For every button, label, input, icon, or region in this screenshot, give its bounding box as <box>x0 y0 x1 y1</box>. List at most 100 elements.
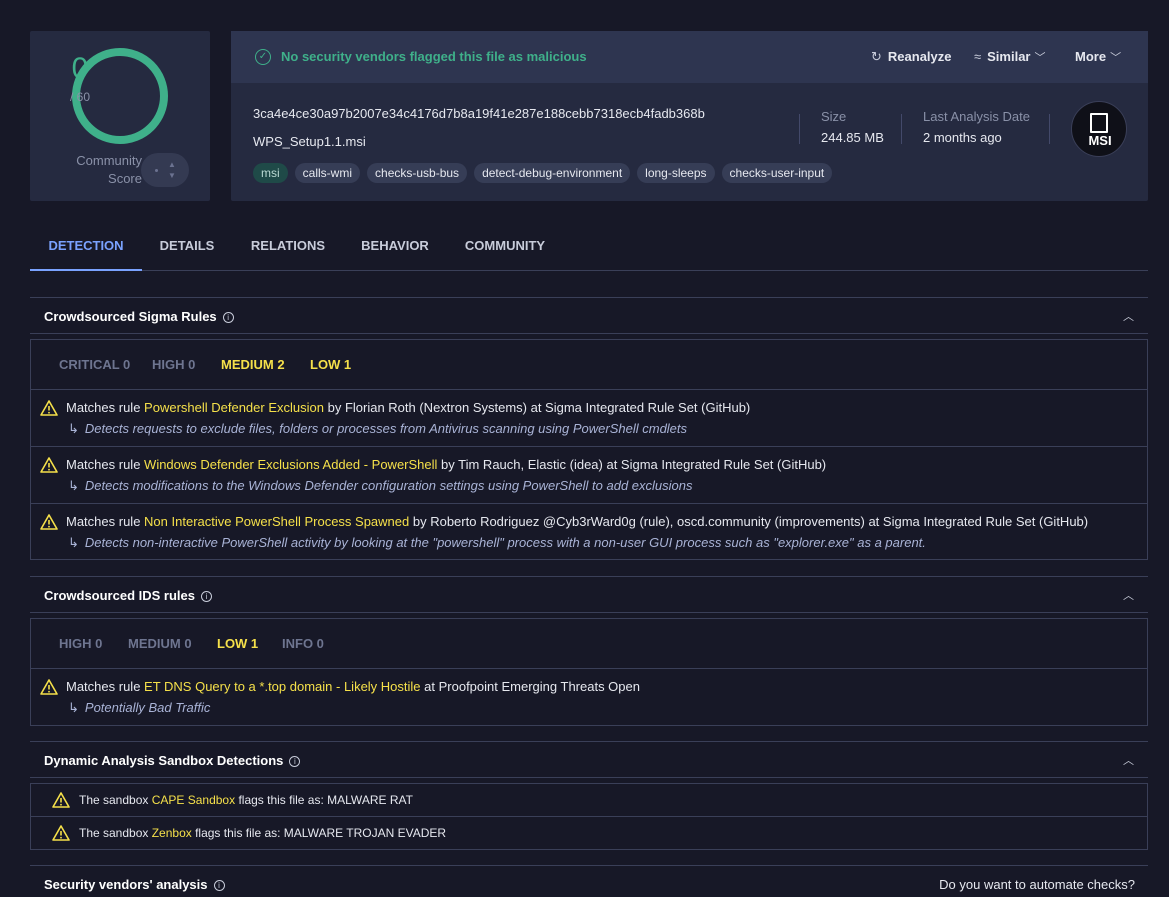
reanalyze-button[interactable]: ↻ Reanalyze <box>871 49 952 65</box>
document-icon <box>1090 113 1108 133</box>
rule-description-text: Detects modifications to the Windows Def… <box>84 478 693 493</box>
file-type-label: MSI <box>1088 133 1112 148</box>
file-status-text: No security vendors flagged this file as… <box>281 49 587 64</box>
refresh-icon: ↻ <box>871 49 882 64</box>
tab-details[interactable]: DETAILS <box>150 230 224 271</box>
sandbox-name-link[interactable]: CAPE Sandbox <box>152 793 235 807</box>
sandbox-row: The sandbox Zenbox flags this file as: M… <box>31 817 1147 850</box>
rule-description: ↳ Potentially Bad Traffic <box>68 700 210 716</box>
rule-source: by Florian Roth (Nextron Systems) at Sig… <box>323 400 751 415</box>
rule-source: at Proofpoint Emerging Threats Open <box>420 679 640 694</box>
file-tag[interactable]: msi <box>253 163 288 183</box>
similar-label: Similar <box>987 49 1031 64</box>
rule-source: by Tim Rauch, Elastic (idea) at Sigma In… <box>437 457 827 472</box>
rule-name-link[interactable]: ET DNS Query to a *.top domain - Likely … <box>144 679 421 694</box>
rule-row: Matches rule Windows Defender Exclusions… <box>31 447 1147 504</box>
sigma-rule-list: Matches rule Powershell Defender Exclusi… <box>31 390 1147 561</box>
file-info-card: ✓ No security vendors flagged this file … <box>231 31 1148 201</box>
file-tag[interactable]: detect-debug-environment <box>474 163 631 183</box>
rule-description-text: Detects requests to exclude files, folde… <box>84 421 688 436</box>
detection-total: / 60 <box>69 90 90 104</box>
vendors-header: Security vendors' analysis i Do you want … <box>30 865 1148 897</box>
ids-rule-list: Matches rule ET DNS Query to a *.top dom… <box>31 669 1147 726</box>
rule-description: ↳ Detects non-interactive PowerShell acti… <box>68 535 926 551</box>
detection-score-card: 0 / 60 Community Score ▲ ▼ <box>30 31 210 201</box>
file-tag[interactable]: checks-user-input <box>721 163 833 183</box>
rule-name-link[interactable]: Powershell Defender Exclusion <box>144 400 324 415</box>
file-tag[interactable]: calls-wmi <box>294 163 361 183</box>
sigma-rules-header[interactable]: Crowdsourced Sigma Rules i ︿ <box>30 297 1148 334</box>
severity-low[interactable]: LOW 1 <box>310 357 351 372</box>
warning-icon <box>52 792 70 808</box>
chevron-up-icon[interactable]: ︿ <box>1123 308 1134 324</box>
rule-name-link[interactable]: Non Interactive PowerShell Process Spawn… <box>144 514 409 529</box>
file-tag[interactable]: long-sleeps <box>637 163 715 183</box>
similar-button[interactable]: ≈ Similar ﹀ <box>974 49 1046 65</box>
chevron-up-icon[interactable]: ︿ <box>1123 587 1134 603</box>
severity-medium[interactable]: MEDIUM 2 <box>221 357 285 372</box>
automate-checks-link[interactable]: Do you want to automate checks? <box>939 877 1135 892</box>
divider <box>1049 114 1050 144</box>
vote-down-icon[interactable]: ▼ <box>168 171 176 180</box>
severity-high[interactable]: HIGH 0 <box>152 357 195 372</box>
info-icon[interactable]: i <box>222 312 234 323</box>
sandbox-detections-header[interactable]: Dynamic Analysis Sandbox Detections i ︿ <box>30 741 1148 778</box>
file-tags: msi calls-wmi checks-usb-bus detect-debug-e… <box>253 163 833 183</box>
rule-prefix: Matches rule <box>66 400 145 415</box>
info-icon[interactable]: i <box>200 591 212 602</box>
rule-description: ↳ Detects modifications to the Windows De… <box>68 478 693 494</box>
sandbox-verdict: The sandbox Zenbox flags this file as: M… <box>79 826 446 840</box>
divider <box>799 114 800 144</box>
chevron-down-icon: ﹀ <box>1034 52 1046 64</box>
reply-arrow-icon: ↳ <box>68 478 79 493</box>
file-hash[interactable]: 3ca4e4ce30a97b2007e34c4176d7b8a19f41e287… <box>253 106 705 121</box>
warning-icon <box>40 679 58 695</box>
sandbox-verdict: The sandbox CAPE Sandbox flags this file… <box>79 793 413 807</box>
severity-low[interactable]: LOW 1 <box>217 636 258 651</box>
severity-high[interactable]: HIGH 0 <box>59 636 102 651</box>
rule-description-text: Detects non-interactive PowerShell activ… <box>84 535 926 550</box>
rule-row: Matches rule Non Interactive PowerShell … <box>31 504 1147 561</box>
msi-file-type-icon: MSI <box>1071 101 1127 157</box>
tab-bar: DETECTION DETAILS RELATIONS BEHAVIOR COM… <box>30 230 1148 271</box>
severity-critical[interactable]: CRITICAL 0 <box>59 357 130 372</box>
tab-community[interactable]: COMMUNITY <box>458 230 552 271</box>
size-label: Size <box>821 109 847 124</box>
chevron-up-icon[interactable]: ︿ <box>1123 752 1134 768</box>
vote-up-icon[interactable]: ▲ <box>168 160 176 169</box>
size-value: 244.85 MB <box>821 130 884 145</box>
community-score-vote[interactable]: ▲ ▼ <box>141 153 189 187</box>
rule-match-line: Matches rule Non Interactive PowerShell … <box>66 514 1088 529</box>
rule-description-text: Potentially Bad Traffic <box>84 700 211 715</box>
vendors-title: Security vendors' analysis i <box>44 877 225 892</box>
sandbox-prefix: The sandbox <box>79 826 152 840</box>
file-tag[interactable]: checks-usb-bus <box>367 163 468 183</box>
community-score-label-line2: Score <box>108 171 142 186</box>
community-score-label: Community Score <box>52 152 142 188</box>
sigma-rules-panel: CRITICAL 0 HIGH 0 MEDIUM 2 LOW 1 Matches… <box>30 339 1148 560</box>
more-button[interactable]: More ﹀ <box>1075 49 1121 65</box>
sandbox-row: The sandbox CAPE Sandbox flags this file… <box>31 784 1147 817</box>
ids-rules-header[interactable]: Crowdsourced IDS rules i ︿ <box>30 576 1148 613</box>
community-score-dot-icon <box>155 169 158 172</box>
rule-match-line: Matches rule Windows Defender Exclusions… <box>66 457 826 472</box>
severity-medium[interactable]: MEDIUM 0 <box>128 636 192 651</box>
info-icon[interactable]: i <box>289 756 301 767</box>
ids-severity-filters: HIGH 0 MEDIUM 0 LOW 1 INFO 0 <box>31 619 1147 669</box>
tab-detection[interactable]: DETECTION <box>30 230 142 271</box>
rule-name-link[interactable]: Windows Defender Exclusions Added - Powe… <box>144 457 437 472</box>
info-icon[interactable]: i <box>213 880 225 891</box>
detection-count: 0 <box>71 52 89 85</box>
tab-behavior[interactable]: BEHAVIOR <box>353 230 437 271</box>
severity-info[interactable]: INFO 0 <box>282 636 324 651</box>
sigma-severity-filters: CRITICAL 0 HIGH 0 MEDIUM 2 LOW 1 <box>31 340 1147 390</box>
ids-rules-panel: HIGH 0 MEDIUM 0 LOW 1 INFO 0 Matches rul… <box>30 618 1148 726</box>
warning-icon <box>40 457 58 473</box>
sigma-rules-title: Crowdsourced Sigma Rules i <box>44 309 234 324</box>
sandbox-name-link[interactable]: Zenbox <box>152 826 192 840</box>
rule-match-line: Matches rule Powershell Defender Exclusi… <box>66 400 750 415</box>
rule-prefix: Matches rule <box>66 457 145 472</box>
ids-rules-title: Crowdsourced IDS rules i <box>44 588 212 603</box>
tab-relations[interactable]: RELATIONS <box>242 230 334 271</box>
rule-prefix: Matches rule <box>66 679 145 694</box>
